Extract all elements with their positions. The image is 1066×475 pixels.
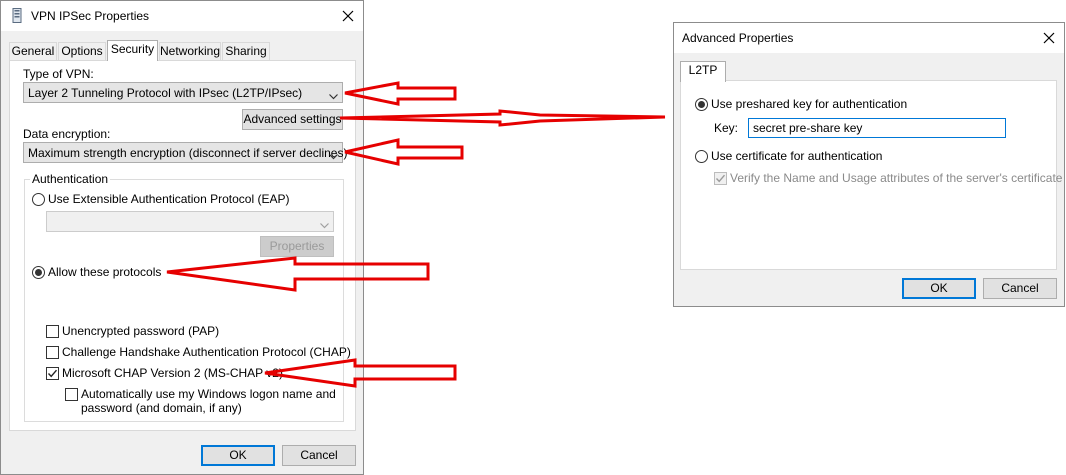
advanced-settings-button[interactable]: Advanced settings (242, 109, 343, 130)
authentication-group: Authentication Use Extensible Authentica… (24, 172, 351, 422)
data-encryption-dropdown[interactable]: Maximum strength encryption (disconnect … (23, 142, 347, 163)
checkmark-icon (47, 369, 58, 378)
certificate-radio[interactable] (695, 150, 708, 163)
vpn-cancel-button[interactable]: Cancel (282, 445, 356, 466)
advanced-dialog-titlebar: Advanced Properties (674, 23, 1064, 53)
chap-label[interactable]: Challenge Handshake Authentication Proto… (62, 345, 351, 359)
radio-selected-dot (698, 101, 705, 108)
chevron-down-icon (320, 218, 329, 232)
checkmark-icon (715, 174, 726, 183)
key-field[interactable] (748, 118, 1006, 138)
chap-checkbox[interactable] (46, 346, 59, 359)
close-icon (1043, 32, 1055, 44)
type-of-vpn-value: Layer 2 Tunneling Protocol with IPsec (L… (28, 86, 303, 100)
vpn-dialog-close-button[interactable] (337, 5, 359, 27)
tab-options[interactable]: Options (58, 42, 106, 61)
key-label: Key: (714, 121, 739, 135)
eap-properties-button[interactable]: Properties (260, 236, 334, 257)
close-icon (342, 10, 354, 22)
key-input[interactable] (753, 121, 993, 135)
verify-certificate-checkbox[interactable] (714, 172, 727, 185)
tab-general[interactable]: General (9, 42, 57, 61)
allow-protocols-radio[interactable] (32, 266, 45, 279)
radio-selected-dot (35, 269, 42, 276)
tab-networking[interactable]: Networking (159, 42, 221, 61)
type-of-vpn-label: Type of VPN: (23, 67, 94, 81)
preshared-key-label[interactable]: Use preshared key for authentication (711, 97, 907, 111)
l2tp-tab-panel: Use preshared key for authentication Key… (680, 80, 1062, 270)
advanced-properties-dialog: Advanced Properties L2TP Use preshared k… (673, 22, 1065, 307)
allow-protocols-label[interactable]: Allow these protocols (48, 265, 161, 279)
tab-l2tp[interactable]: L2TP (680, 61, 726, 82)
auto-logon-label-line2[interactable]: password (and domain, if any) (81, 401, 242, 415)
eap-radio[interactable] (32, 193, 45, 206)
mschapv2-checkbox[interactable] (46, 367, 59, 380)
verify-certificate-label[interactable]: Verify the Name and Usage attributes of … (730, 171, 1062, 185)
eap-radio-label[interactable]: Use Extensible Authentication Protocol (… (48, 192, 289, 206)
eap-method-dropdown[interactable] (46, 211, 334, 232)
tab-sharing[interactable]: Sharing (222, 42, 270, 61)
vpn-dialog-title: VPN IPSec Properties (31, 9, 150, 23)
pap-label[interactable]: Unencrypted password (PAP) (62, 324, 219, 338)
advanced-ok-button[interactable]: OK (902, 278, 976, 299)
vpn-properties-dialog: VPN IPSec Properties General Options Sec… (0, 0, 364, 475)
vpn-dialog-titlebar: VPN IPSec Properties (1, 1, 363, 31)
chevron-down-icon (329, 149, 338, 163)
preshared-key-radio[interactable] (695, 98, 708, 111)
tab-security[interactable]: Security (107, 40, 158, 61)
network-connection-icon (12, 8, 22, 23)
advanced-cancel-button[interactable]: Cancel (983, 278, 1057, 299)
type-of-vpn-dropdown[interactable]: Layer 2 Tunneling Protocol with IPsec (L… (23, 82, 343, 103)
data-encryption-value: Maximum strength encryption (disconnect … (28, 146, 348, 160)
security-tab-panel: Type of VPN: Layer 2 Tunneling Protocol … (9, 60, 356, 431)
data-encryption-label: Data encryption: (23, 127, 111, 141)
auto-logon-label-line1[interactable]: Automatically use my Windows logon name … (81, 387, 336, 401)
vpn-ok-button[interactable]: OK (201, 445, 275, 466)
arrow-advanced-settings (339, 109, 666, 127)
authentication-group-label: Authentication (30, 172, 111, 186)
mschapv2-label[interactable]: Microsoft CHAP Version 2 (MS-CHAP v2) (62, 366, 283, 380)
certificate-label[interactable]: Use certificate for authentication (711, 149, 882, 163)
advanced-dialog-close-button[interactable] (1038, 27, 1060, 49)
pap-checkbox[interactable] (46, 325, 59, 338)
auto-logon-checkbox[interactable] (65, 388, 78, 401)
advanced-dialog-title: Advanced Properties (682, 31, 794, 45)
chevron-down-icon (329, 89, 338, 103)
